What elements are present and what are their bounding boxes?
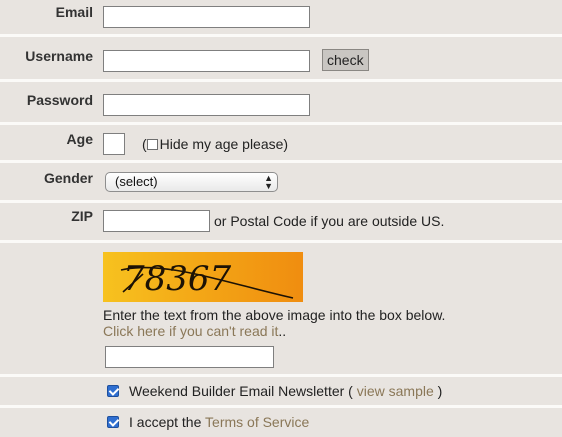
hide-age-checkbox[interactable] [146, 139, 158, 150]
gender-label: Gender [43, 170, 93, 186]
row-separator [0, 200, 562, 203]
age-field[interactable] [103, 133, 125, 155]
newsletter-checkbox[interactable] [107, 385, 119, 397]
terms-label: I accept the [129, 414, 202, 430]
captcha-image: 78367 [103, 252, 303, 302]
age-label: Age [66, 131, 93, 147]
select-arrows-icon: ▲ ▼ [264, 173, 273, 191]
hide-age-label: Hide my age please) [159, 136, 289, 152]
captcha-help-link[interactable]: Click here if you can't read it [103, 323, 278, 339]
zip-label: ZIP [71, 208, 93, 224]
view-sample-link[interactable]: view sample [357, 383, 434, 399]
username-label: Username [25, 48, 93, 64]
password-field[interactable] [103, 94, 310, 116]
newsletter-label: Weekend Builder Email Newsletter ( [129, 383, 353, 399]
terms-of-service-link[interactable]: Terms of Service [205, 414, 309, 430]
password-label: Password [26, 92, 93, 108]
email-label: Email [55, 4, 93, 20]
gender-selected-value: (select) [115, 174, 158, 189]
email-field[interactable] [103, 6, 310, 28]
hide-age-option: (Hide my age please) [142, 136, 288, 152]
captcha-help: Click here if you can't read it.. [103, 323, 286, 339]
row-separator [0, 374, 562, 377]
captcha-instruction: Enter the text from the above image into… [103, 307, 446, 323]
check-username-button[interactable]: check [322, 49, 369, 71]
captcha-text: 78367 [123, 259, 232, 299]
captcha-drawing: 78367 [120, 259, 294, 299]
row-separator [0, 240, 562, 243]
captcha-field[interactable] [105, 346, 274, 368]
row-separator [0, 405, 562, 408]
row-separator [0, 160, 562, 163]
newsletter-close: ) [437, 383, 443, 399]
zip-field[interactable] [103, 210, 210, 232]
terms-checkbox[interactable] [107, 416, 119, 428]
zip-note: or Postal Code if you are outside US. [214, 213, 445, 229]
terms-option: I accept the Terms of Service [129, 414, 309, 430]
row-separator [0, 122, 562, 125]
newsletter-option: Weekend Builder Email Newsletter ( view … [129, 383, 442, 399]
captcha-help-suffix: .. [278, 323, 287, 339]
username-field[interactable] [103, 50, 310, 72]
row-separator [0, 79, 562, 82]
gender-select[interactable]: (select) ▲ ▼ [105, 172, 278, 192]
row-separator [0, 34, 562, 37]
